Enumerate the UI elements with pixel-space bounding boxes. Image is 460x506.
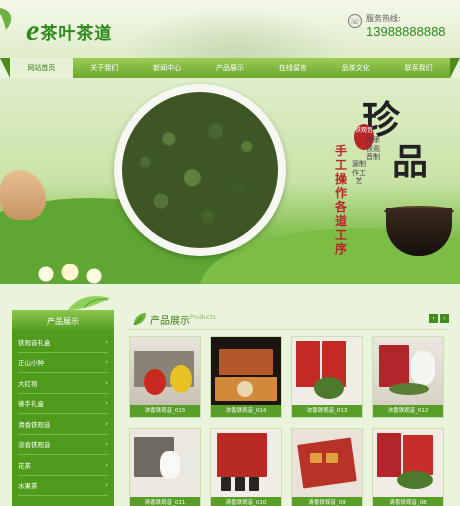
product-caption: 清香铁观音_010 (211, 497, 281, 506)
site-header: e 茶叶茶道 ☏ 服务热线: 13988888888 (0, 0, 460, 58)
product-image (373, 337, 443, 405)
hand-image (0, 170, 46, 220)
products-subtitle: Products (190, 314, 216, 321)
product-card[interactable]: 清香铁观音_010 (210, 428, 282, 506)
chevron-right-icon: › (105, 358, 108, 367)
logo-letter: e (26, 14, 40, 47)
sidebar-item[interactable]: 佛手礼盒 › (18, 394, 108, 414)
hotline: ☏ 服务热线: 13988888888 (348, 14, 446, 39)
chevron-right-icon: › (105, 419, 108, 428)
banner-tagline-red-3: 各道 (334, 200, 347, 228)
product-card[interactable]: 浓香铁观音_013 (291, 336, 363, 418)
sidebar-item-label: 花茶 (18, 461, 31, 470)
main-nav: 网站首页 关于我们 新闻中心 产品展示 在线留言 品茶文化 联系我们 (10, 58, 450, 78)
nav-item-culture[interactable]: 品茶文化 (324, 58, 387, 78)
logo-text: 茶叶茶道 (40, 23, 113, 44)
banner-char-pin: 品 (392, 141, 429, 183)
sidebar-item-label: 正山小种 (18, 359, 44, 368)
hotline-number: 13988888888 (366, 24, 446, 39)
product-caption: 浓香铁观音_015 (130, 405, 200, 417)
sidebar-item-label: 铁观音礼盒 (18, 338, 51, 347)
product-caption: 清香铁观音_09 (292, 497, 362, 506)
banner-tagline-red-4: 工序 (334, 228, 347, 256)
leaf-icon (0, 8, 12, 30)
product-image (130, 337, 200, 405)
banner-tagline-red-1: 手工 (334, 144, 347, 172)
nav-item-contact[interactable]: 联系我们 (387, 58, 450, 78)
product-image (211, 337, 281, 405)
chevron-right-icon[interactable]: › (440, 314, 449, 323)
nav-item-about[interactable]: 关于我们 (73, 58, 136, 78)
product-card[interactable]: 浓香铁观音_015 (129, 336, 201, 418)
sidebar-item-label: 大红袍 (18, 379, 38, 388)
products-header: 产品展示 Products ‹ › (128, 308, 449, 330)
nav-item-message[interactable]: 在线留言 (261, 58, 324, 78)
tea-leaves-image (122, 92, 278, 248)
flowers-image (30, 264, 110, 284)
product-image (373, 429, 443, 497)
banner-tagline-red-2: 操作 (334, 172, 347, 200)
product-image (211, 429, 281, 497)
sidebar-header: 产品展示 (12, 296, 114, 332)
product-card[interactable]: 浓香铁观音_012 (372, 336, 444, 418)
product-card[interactable]: 浓香铁观音_014 (210, 336, 282, 418)
chevron-right-icon: › (105, 378, 108, 387)
nav-corner-left (0, 58, 10, 78)
product-image (292, 429, 362, 497)
sidebar-item-label: 清香铁观音 (18, 420, 51, 429)
chevron-right-icon: › (105, 399, 108, 408)
hotline-label: 服务热线: (366, 14, 401, 23)
sidebar-item-label: 浓香铁观音 (18, 441, 51, 450)
chevron-right-icon: › (105, 460, 108, 469)
sidebar-title: 产品展示 (47, 317, 79, 326)
product-grid: 浓香铁观音_015 浓香铁观音_014 浓香铁观音_013 浓香铁观音_012 (129, 336, 451, 506)
sidebar-item[interactable]: 水果茶 › (18, 476, 108, 496)
sidebar-item[interactable]: 清香铁观音 › (18, 414, 108, 435)
leaf-icon (133, 313, 146, 326)
nav-item-news[interactable]: 新闻中心 (136, 58, 199, 78)
banner-tagline-small-2: 源制作工艺 (352, 160, 366, 186)
chevron-right-icon: › (105, 481, 108, 490)
product-caption: 浓香铁观音_013 (292, 405, 362, 417)
site-logo[interactable]: e 茶叶茶道 (26, 16, 112, 46)
product-card[interactable]: 清香铁观音_09 (291, 428, 363, 506)
sidebar-item[interactable]: 铁观音礼盒 › (18, 332, 108, 353)
phone-icon: ☏ (348, 14, 362, 28)
sidebar-item[interactable]: 花茶 › (18, 455, 108, 476)
product-caption: 清香铁观音_011 (130, 497, 200, 506)
product-caption: 浓香铁观音_012 (373, 405, 443, 417)
product-card[interactable]: 清香铁观音_011 (129, 428, 201, 506)
leaf-icon (68, 296, 110, 310)
sidebar-item-label: 佛手礼盒 (18, 400, 44, 409)
product-image (292, 337, 362, 405)
sidebar-item-label: 水果茶 (18, 482, 38, 491)
hero-banner[interactable]: 珍 品 铁观音 传承铁观音制 源制作工艺 手工 操作 各道 工序 (0, 78, 460, 284)
sidebar-item[interactable]: 正山小种 › (18, 353, 108, 373)
product-caption: 浓香铁观音_014 (211, 405, 281, 417)
sidebar-item[interactable]: 大红袍 › (18, 373, 108, 394)
products-title: 产品展示 (150, 316, 190, 327)
sidebar-item[interactable]: 浓香铁观音 › (18, 435, 108, 455)
chevron-left-icon[interactable]: ‹ (429, 314, 438, 323)
nav-corner-right (450, 58, 460, 78)
nav-item-home[interactable]: 网站首页 (10, 58, 73, 78)
chevron-right-icon: › (105, 337, 108, 346)
mountain-decoration (120, 8, 350, 58)
product-caption: 清香铁观音_08 (373, 497, 443, 506)
nav-item-products[interactable]: 产品展示 (199, 58, 262, 78)
chevron-right-icon: › (105, 440, 108, 449)
product-image (130, 429, 200, 497)
product-sidebar: 产品展示 铁观音礼盒 › 正山小种 › 大红袍 › 佛手礼盒 › 清香铁观音 › 浓香铁观… (12, 296, 114, 506)
banner-tagline-small-1: 传承铁观音制 (366, 136, 380, 162)
product-card[interactable]: 清香铁观音_08 (372, 428, 444, 506)
